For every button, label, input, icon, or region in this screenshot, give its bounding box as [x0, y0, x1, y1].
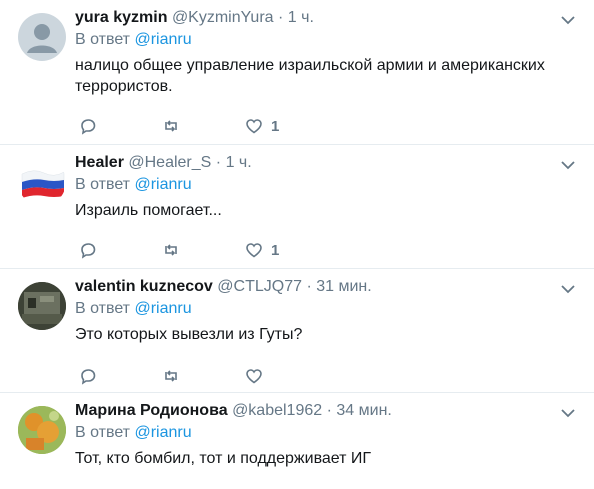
tweet-header: valentin kuznecov @CTLJQ77 · 31 мин. — [75, 278, 372, 296]
tweet[interactable]: valentin kuznecov @CTLJQ77 · 31 мин. В о… — [0, 269, 594, 393]
retweet-button[interactable] — [162, 366, 180, 386]
timestamp[interactable]: 34 мин. — [336, 402, 391, 419]
reply-prefix: В ответ — [75, 31, 131, 48]
reply-button[interactable] — [79, 116, 97, 136]
tweet[interactable]: yura kyzmin @KyzminYura · 1 ч. В ответ @… — [0, 0, 594, 145]
avatar[interactable] — [18, 158, 66, 206]
chevron-down-icon[interactable] — [560, 281, 576, 297]
avatar[interactable] — [18, 13, 66, 61]
like-count: 1 — [271, 117, 280, 135]
tweet[interactable]: Healer @Healer_S · 1 ч. В ответ @rianru … — [0, 145, 594, 269]
tweet-text: Израиль помогает... — [75, 202, 222, 219]
tweet-actions: 1 — [75, 240, 375, 260]
avatar[interactable] — [18, 406, 66, 454]
user-name[interactable]: yura kyzmin — [75, 9, 167, 26]
user-name[interactable]: valentin kuznecov — [75, 278, 213, 295]
reply-icon — [81, 119, 96, 135]
user-handle[interactable]: @CTLJQ77 — [217, 278, 302, 295]
reply-mention-link[interactable]: @rianru — [134, 424, 191, 441]
reply-icon — [81, 369, 96, 385]
chevron-down-icon[interactable] — [560, 12, 576, 28]
reply-context: В ответ @rianru — [75, 300, 192, 318]
user-handle[interactable]: @Healer_S — [128, 154, 211, 171]
retweet-icon — [165, 244, 177, 256]
tweet-header: Healer @Healer_S · 1 ч. — [75, 154, 252, 172]
like-button[interactable]: 1 — [245, 116, 279, 136]
separator-dot: · — [278, 9, 284, 26]
tweet-actions — [75, 366, 375, 386]
tweet[interactable]: Марина Родионова @kabel1962 · 34 мин. В … — [0, 393, 594, 489]
separator-dot: · — [326, 402, 332, 419]
heart-icon — [246, 243, 262, 258]
russian-flag-icon — [21, 170, 65, 198]
timestamp[interactable]: 1 ч. — [226, 154, 252, 171]
chevron-down-icon[interactable] — [560, 157, 576, 173]
profile-photo-icon — [18, 282, 66, 330]
tweet-text: Это которых вывезли из Гуты? — [75, 326, 303, 343]
reply-mention-link[interactable]: @rianru — [134, 300, 191, 317]
tweet-text: налицо общее управление израильской арми… — [75, 57, 545, 95]
like-button[interactable] — [245, 366, 271, 386]
reply-prefix: В ответ — [75, 176, 131, 193]
reply-prefix: В ответ — [75, 424, 131, 441]
reply-context: В ответ @rianru — [75, 424, 192, 442]
reply-button[interactable] — [79, 240, 97, 260]
reply-icon — [81, 243, 96, 259]
separator-dot: · — [215, 154, 222, 171]
retweet-button[interactable] — [162, 240, 180, 260]
tweet-text: Тот, кто бомбил, тот и поддерживает ИГ — [75, 450, 372, 467]
user-name[interactable]: Healer — [75, 154, 124, 171]
reply-mention-link[interactable]: @rianru — [134, 176, 191, 193]
profile-photo-icon — [18, 406, 66, 454]
reply-prefix: В ответ — [75, 300, 131, 317]
avatar[interactable] — [18, 282, 66, 330]
like-button[interactable]: 1 — [245, 240, 279, 260]
default-avatar-icon — [27, 24, 57, 53]
reply-button[interactable] — [79, 366, 97, 386]
user-name[interactable]: Марина Родионова — [75, 402, 228, 419]
reply-feed: yura kyzmin @KyzminYura · 1 ч. В ответ @… — [0, 0, 594, 489]
separator-dot: · — [306, 278, 312, 295]
like-count: 1 — [271, 241, 280, 259]
retweet-icon — [165, 120, 177, 132]
reply-mention-link[interactable]: @rianru — [134, 31, 191, 48]
chevron-down-icon[interactable] — [560, 405, 576, 421]
reply-context: В ответ @rianru — [75, 176, 192, 194]
user-handle[interactable]: @kabel1962 — [232, 402, 322, 419]
heart-icon — [246, 369, 262, 384]
timestamp[interactable]: 1 ч. — [288, 9, 314, 26]
tweet-header: Марина Родионова @kabel1962 · 34 мин. — [75, 402, 392, 420]
user-handle[interactable]: @KyzminYura — [172, 9, 274, 26]
tweet-actions: 1 — [75, 116, 375, 136]
tweet-header: yura kyzmin @KyzminYura · 1 ч. — [75, 9, 314, 27]
retweet-button[interactable] — [162, 116, 180, 136]
timestamp[interactable]: 31 мин. — [316, 278, 371, 295]
heart-icon — [246, 119, 262, 134]
retweet-icon — [165, 370, 177, 382]
reply-context: В ответ @rianru — [75, 31, 192, 49]
